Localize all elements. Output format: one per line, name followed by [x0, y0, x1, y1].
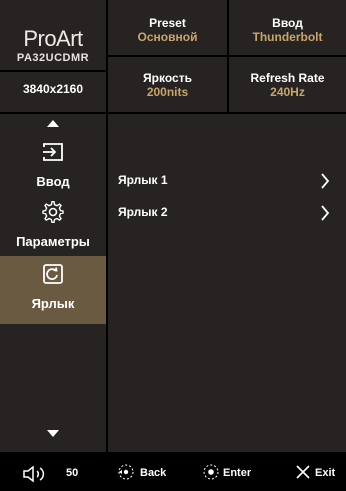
list-item-shortcut-2[interactable]: Ярлык 2 — [108, 200, 346, 226]
model-name: PA32UCDMR — [16, 52, 90, 64]
sidebar-item-label: Ввод — [36, 174, 70, 189]
resolution-readout: 3840x2160 — [22, 82, 84, 96]
preset-status: Preset Основной — [108, 0, 227, 55]
input-value: Thunderbolt — [252, 30, 323, 44]
brightness-value: 200nits — [146, 85, 189, 99]
volume-icon — [23, 465, 45, 483]
preset-value: Основной — [137, 30, 198, 44]
preset-label: Preset — [149, 16, 186, 30]
sidebar-item-label: Ярлык — [31, 296, 75, 311]
header-logo-panel: ProArt PA32UCDMR 3840x2160 — [0, 0, 106, 112]
brand-logo: ProArt — [23, 26, 83, 51]
exit-label: Exit — [315, 467, 336, 479]
sidebar-item-input[interactable]: Ввод — [0, 134, 106, 202]
list-item-label: Ярлык 1 — [118, 173, 168, 187]
sidebar-item-settings[interactable]: Параметры — [0, 194, 106, 262]
header-divider — [0, 70, 106, 72]
back-button[interactable]: Back — [118, 464, 178, 482]
joystick-left-icon — [118, 464, 134, 480]
input-icon — [43, 143, 63, 161]
input-status: Ввод Thunderbolt — [229, 0, 346, 55]
brightness-label: Яркость — [143, 71, 192, 85]
footer-bar: 50 Back Enter Exit — [0, 454, 346, 491]
content-panel: Ярлык 1 Ярлык 2 — [108, 114, 346, 452]
chevron-right-icon — [321, 205, 330, 221]
sidebar-item-shortcut[interactable]: Ярлык — [0, 256, 106, 324]
list-item-label: Ярлык 2 — [118, 205, 168, 219]
sidebar: Ввод Параметры Ярлык — [0, 114, 106, 452]
brightness-status: Яркость 200nits — [108, 57, 227, 112]
scroll-down-icon[interactable] — [47, 430, 59, 437]
enter-button[interactable]: Enter — [203, 464, 263, 482]
enter-label: Enter — [223, 467, 252, 479]
refresh-rate-value: 240Hz — [270, 85, 305, 99]
input-label: Ввод — [272, 16, 303, 30]
back-label: Back — [140, 467, 167, 479]
close-icon — [296, 465, 310, 479]
refresh-rate-label: Refresh Rate — [250, 71, 325, 85]
volume-level: 50 — [66, 467, 79, 479]
chevron-right-icon — [321, 173, 330, 189]
scroll-up-icon[interactable] — [47, 120, 59, 127]
list-item-shortcut-1[interactable]: Ярлык 1 — [108, 168, 346, 194]
joystick-press-icon — [203, 464, 219, 480]
exit-button[interactable]: Exit — [295, 464, 343, 482]
shortcut-icon — [43, 264, 63, 284]
settings-gear-icon — [42, 200, 64, 223]
sidebar-item-label: Параметры — [16, 234, 90, 249]
refresh-rate-status: Refresh Rate 240Hz — [229, 57, 346, 112]
osd-menu: ProArt PA32UCDMR 3840x2160 Preset Основн… — [0, 0, 346, 491]
